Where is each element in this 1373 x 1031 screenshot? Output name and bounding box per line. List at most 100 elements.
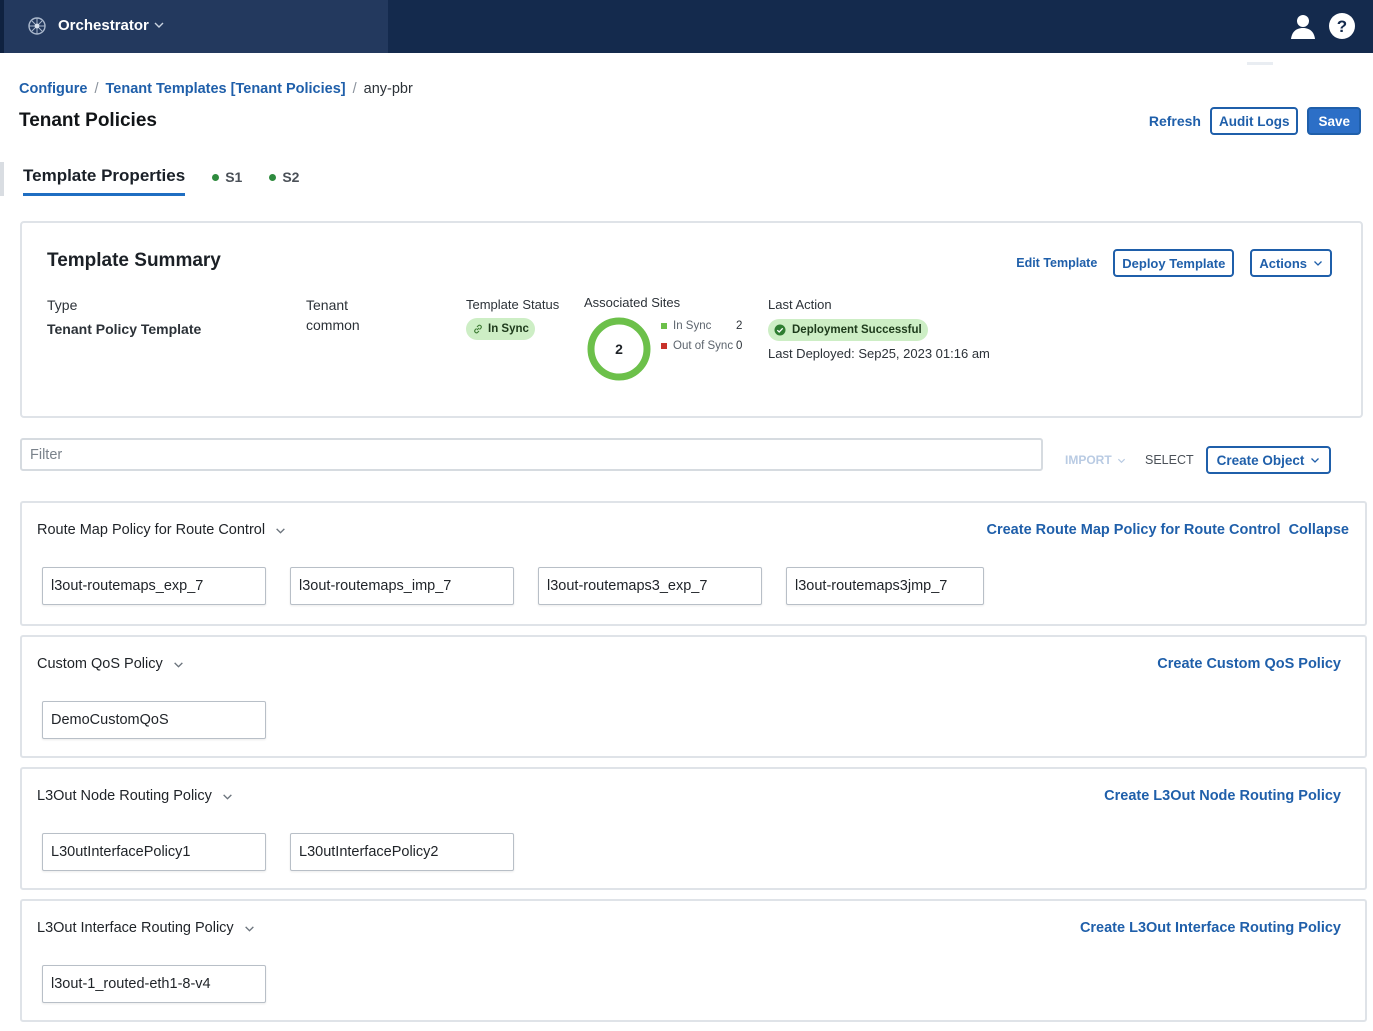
l3out-node-routing-policy-section: L3Out Node Routing Policy Create L3Out N… (20, 767, 1367, 890)
in-sync-legend-swatch (661, 323, 667, 329)
summary-title: Template Summary (47, 250, 221, 271)
breadcrumb-current: any-pbr (363, 81, 413, 97)
policy-tile[interactable]: l3out-routemaps3_exp_7 (538, 567, 762, 605)
deploy-template-button[interactable]: Deploy Template (1113, 249, 1235, 277)
chevron-down-icon (1117, 458, 1125, 463)
tab-label: S2 (282, 169, 300, 185)
chevron-down-icon (173, 661, 183, 668)
tab-label: S1 (225, 169, 243, 185)
user-icon[interactable] (1289, 12, 1317, 40)
collapse-button[interactable]: Collapse (1289, 522, 1349, 538)
type-label: Type (47, 297, 78, 313)
type-value: Tenant Policy Template (47, 321, 202, 337)
create-route-map-policy-button[interactable]: Create Route Map Policy for Route Contro… (987, 522, 1281, 538)
section-title: L3Out Interface Routing Policy (37, 920, 234, 936)
last-deployed-text: Last Deployed: Sep25, 2023 01:16 am (768, 346, 990, 361)
chevron-down-icon (1314, 261, 1322, 266)
breadcrumb-separator: / (352, 81, 357, 97)
policy-tile[interactable]: l3out-routemaps3jmp_7 (786, 567, 984, 605)
section-title: Route Map Policy for Route Control (37, 522, 266, 538)
deployment-status-text: Deployment Successful (792, 324, 922, 336)
breadcrumb-tenant-templates[interactable]: Tenant Templates [Tenant Policies] (106, 81, 346, 97)
deployment-status-badge: Deployment Successful (768, 319, 928, 341)
header-indicator (1247, 62, 1273, 65)
orchestrator-logo-icon (28, 17, 46, 35)
template-tabs: Template Properties S1 S2 (23, 166, 326, 198)
side-panel-handle[interactable] (0, 162, 4, 196)
route-map-policy-section: Route Map Policy for Route Control Creat… (20, 501, 1367, 626)
policy-tile[interactable]: L30utInterfacePolicy2 (290, 833, 514, 871)
help-icon[interactable]: ? (1328, 12, 1356, 40)
actions-label: Actions (1259, 255, 1307, 271)
refresh-button[interactable]: Refresh (1149, 113, 1201, 129)
top-navigation-bar: Orchestrator ? (0, 0, 1373, 53)
section-title: L3Out Node Routing Policy (37, 788, 212, 804)
app-name: Orchestrator (58, 17, 149, 34)
import-label: IMPORT (1065, 453, 1112, 467)
legend-in-sync: In Sync (661, 320, 711, 332)
tenant-value: common (306, 317, 360, 333)
node-routing-section-actions: Create L3Out Node Routing Policy (1104, 788, 1341, 804)
deploy-template-label: Deploy Template (1122, 255, 1226, 271)
import-dropdown[interactable]: IMPORT (1065, 453, 1126, 467)
interface-routing-section-toggle[interactable]: L3Out Interface Routing Policy (37, 920, 255, 936)
template-summary-card: Template Summary Edit Template Deploy Te… (20, 221, 1363, 418)
policy-tile[interactable]: l3out-1_routed-eth1-8-v4 (42, 965, 266, 1003)
app-switcher[interactable]: Orchestrator (0, 0, 388, 53)
create-object-dropdown[interactable]: Create Object (1206, 446, 1331, 474)
svg-text:?: ? (1337, 17, 1347, 36)
legend-in-sync-label: In Sync (673, 320, 712, 332)
sites-total: 2 (615, 341, 623, 357)
out-sync-legend-swatch (661, 343, 667, 349)
qos-section-toggle[interactable]: Custom QoS Policy (37, 656, 184, 672)
tab-template-properties[interactable]: Template Properties (23, 166, 186, 196)
chevron-down-icon (276, 527, 285, 534)
route-map-section-actions: Create Route Map Policy for Route Contro… (987, 522, 1350, 538)
node-routing-section-toggle[interactable]: L3Out Node Routing Policy (37, 788, 233, 804)
summary-actions: Edit Template Deploy Template Actions (1016, 249, 1332, 277)
check-circle-icon (774, 324, 786, 336)
policy-tile[interactable]: DemoCustomQoS (42, 701, 266, 739)
select-button[interactable]: SELECT (1145, 453, 1194, 467)
template-status-label: Template Status (466, 297, 560, 312)
chevron-down-icon (244, 925, 254, 932)
section-title: Custom QoS Policy (37, 656, 163, 672)
breadcrumb-separator: / (94, 81, 99, 97)
edit-template-button[interactable]: Edit Template (1016, 256, 1097, 270)
associated-sites-label: Associated Sites (584, 295, 681, 310)
filter-input[interactable] (20, 438, 1043, 471)
breadcrumb-configure[interactable]: Configure (19, 81, 87, 97)
legend-out-sync-label: Out of Sync (673, 340, 734, 352)
legend-out-of-sync: Out of Sync (661, 340, 733, 352)
link-icon (474, 324, 482, 334)
legend-in-sync-count: 2 (736, 320, 743, 332)
save-button[interactable]: Save (1307, 107, 1361, 135)
tab-s2[interactable]: S2 (269, 166, 299, 192)
audit-logs-button[interactable]: Audit Logs (1209, 107, 1299, 135)
chevron-down-icon (1311, 458, 1320, 463)
interface-routing-section-actions: Create L3Out Interface Routing Policy (1080, 920, 1341, 936)
header-actions: Refresh Audit Logs Save (1149, 107, 1361, 135)
legend-out-sync-count: 0 (736, 340, 743, 352)
create-l3out-node-routing-policy-button[interactable]: Create L3Out Node Routing Policy (1104, 788, 1341, 804)
create-l3out-interface-routing-policy-button[interactable]: Create L3Out Interface Routing Policy (1080, 920, 1341, 936)
page-title: Tenant Policies (19, 110, 157, 131)
chevron-down-icon (154, 22, 164, 28)
site-status-dot (212, 173, 220, 181)
tab-s1[interactable]: S1 (212, 166, 242, 192)
l3out-interface-routing-policy-section: L3Out Interface Routing Policy Create L3… (20, 899, 1367, 1022)
tenant-label: Tenant (306, 297, 349, 313)
route-map-section-toggle[interactable]: Route Map Policy for Route Control (37, 522, 286, 538)
actions-dropdown[interactable]: Actions (1250, 249, 1332, 277)
qos-section-actions: Create Custom QoS Policy (1157, 656, 1341, 672)
policy-tile[interactable]: l3out-routemaps_exp_7 (42, 567, 266, 605)
site-status-dot (269, 173, 277, 181)
policy-tile[interactable]: l3out-routemaps_imp_7 (290, 567, 514, 605)
tab-label: Template Properties (23, 166, 186, 185)
create-custom-qos-policy-button[interactable]: Create Custom QoS Policy (1157, 656, 1341, 672)
in-sync-text: In Sync (488, 323, 529, 335)
in-sync-badge: In Sync (466, 318, 535, 340)
policy-tile[interactable]: L30utInterfacePolicy1 (42, 833, 266, 871)
breadcrumb: Configure / Tenant Templates [Tenant Pol… (19, 81, 413, 97)
associated-sites-donut: 2 (587, 317, 651, 381)
